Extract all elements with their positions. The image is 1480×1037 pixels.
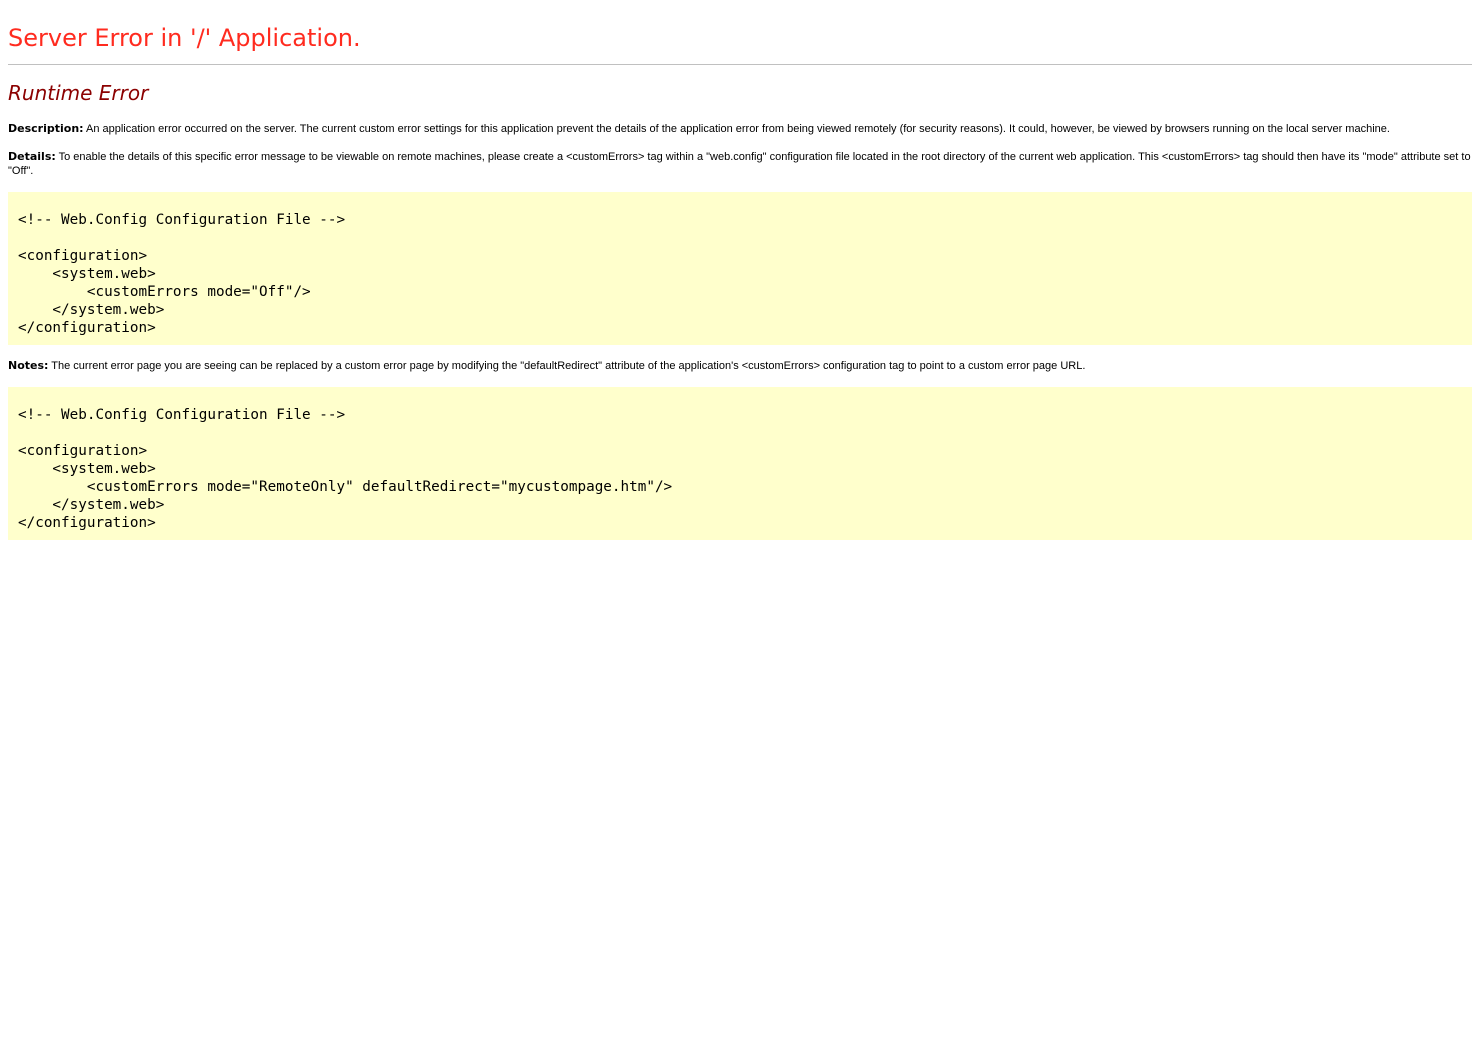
error-type-heading: Runtime Error — [8, 81, 149, 105]
details-paragraph: Details: To enable the details of this s… — [8, 150, 1472, 178]
details-text: To enable the details of this specific e… — [8, 151, 1471, 177]
notes-label: Notes: — [8, 359, 49, 372]
config-code-block-off: <!-- Web.Config Configuration File --> <… — [8, 192, 1472, 345]
notes-paragraph: Notes: The current error page you are se… — [8, 359, 1472, 373]
details-label: Details: — [8, 150, 56, 163]
title-divider — [8, 64, 1472, 65]
page-title: Server Error in '/' Application. — [8, 24, 361, 52]
notes-text: The current error page you are seeing ca… — [48, 360, 1086, 372]
description-paragraph: Description: An application error occurr… — [8, 122, 1472, 136]
error-page: Server Error in '/' Application. Runtime… — [0, 0, 1480, 540]
description-text: An application error occurred on the ser… — [83, 123, 1390, 135]
config-code-block-remoteonly: <!-- Web.Config Configuration File --> <… — [8, 387, 1472, 540]
description-label: Description: — [8, 122, 84, 135]
